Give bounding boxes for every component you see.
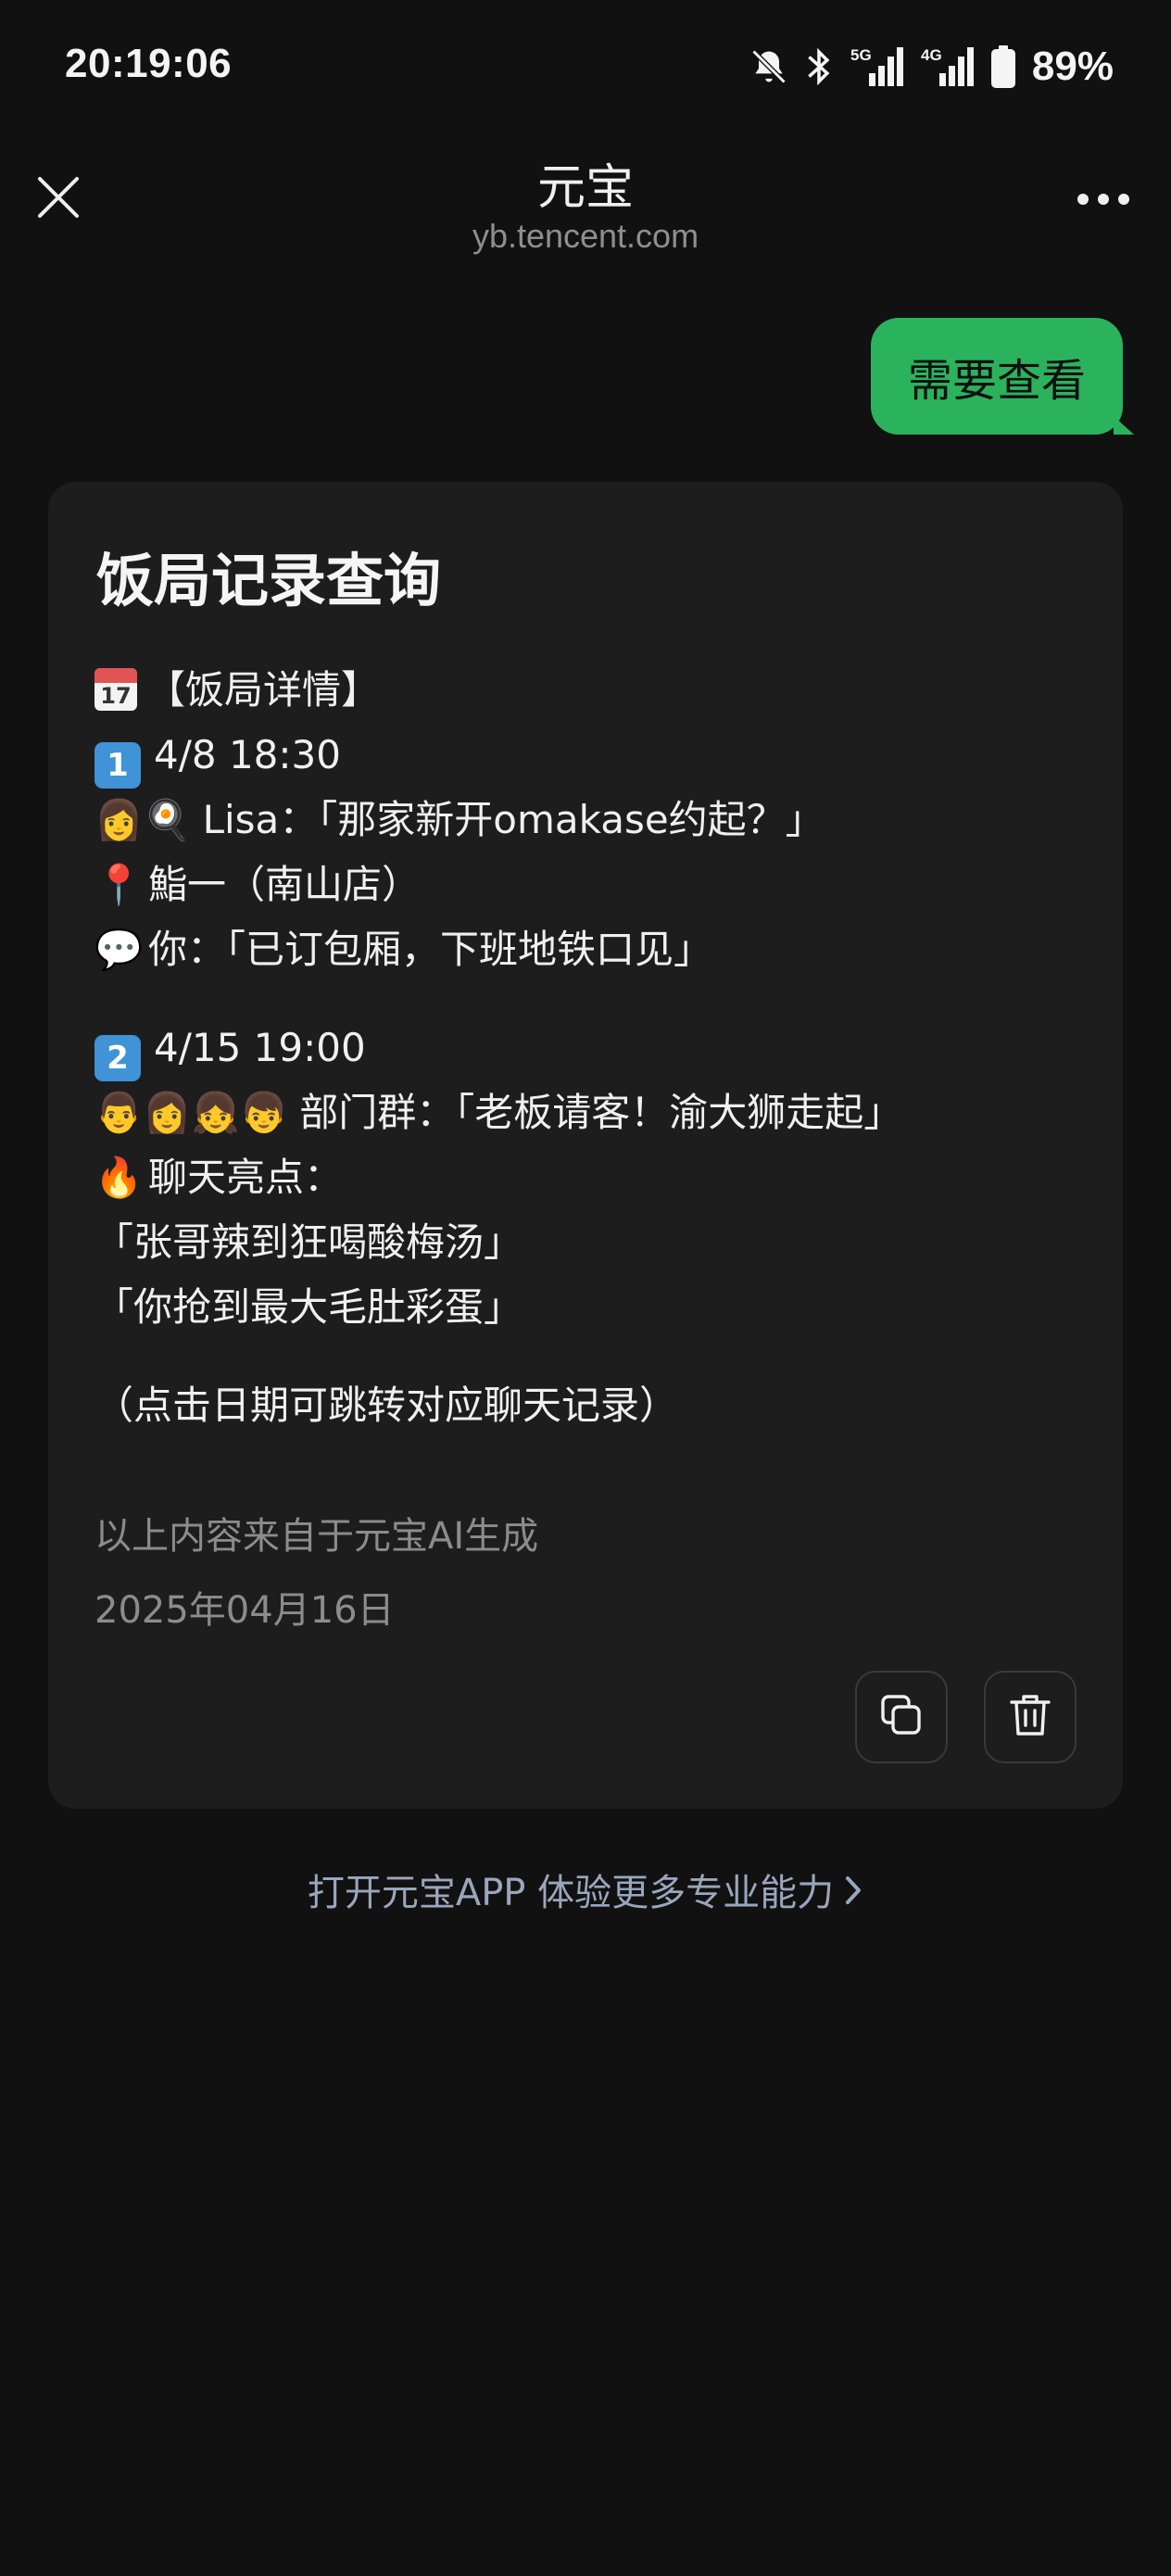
highlight-item: 「你抢到最大毛肚彩蛋」 (94, 1284, 523, 1330)
entry-1-reply: 你：「已订包厢，下班地铁口见」 (148, 927, 713, 972)
status-bar: 20:19:06 5G 4G 89% (0, 0, 1171, 139)
entry-2-group-text: 部门群：「老板请客！渝大狮走起」 (299, 1090, 903, 1135)
fire-emoji: 🔥 (94, 1155, 144, 1200)
family-emoji: 👨👩👧👦 (94, 1090, 289, 1135)
network-1-label: 5G (850, 46, 872, 64)
more-button[interactable] (1062, 172, 1145, 228)
card-content: 17 【饭局详情】 1 4/8 18:30 👩🍳 Lisa：「那家新开omakase… (94, 658, 1095, 1438)
chevron-right-icon (843, 1874, 863, 1916)
open-app-link[interactable]: 打开元宝APP 体验更多专业能力 (0, 1863, 1171, 1916)
entry-1-message: Lisa：「那家新开omakase约起？」 (202, 797, 825, 842)
app-header: 元宝 yb.tencent.com (0, 139, 1171, 269)
card-title: 饭局记录查询 (96, 547, 442, 614)
entry-1-message-row: 👩🍳 Lisa：「那家新开omakase约起？」 (94, 788, 1095, 852)
open-app-text: 打开元宝APP 体验更多专业能力 (307, 1872, 835, 1914)
keycap-number-icon: 1 (94, 742, 141, 789)
calendar-icon-number: 17 (100, 683, 132, 709)
signal-5g-icon: 5G (849, 44, 906, 90)
bluetooth-icon (802, 45, 836, 88)
keycap-number-icon: 2 (94, 1035, 141, 1081)
network-2-label: 4G (921, 46, 942, 64)
copy-button[interactable] (855, 1671, 948, 1763)
signal-4g-icon: 4G (919, 44, 976, 90)
status-time: 20:19:06 (65, 41, 233, 86)
user-message-bubble[interactable]: 需要查看 (870, 318, 1123, 435)
entry-1-location: 鮨一（南山店） (148, 862, 422, 907)
woman-cook-emoji: 👩🍳 (94, 797, 192, 842)
delete-button[interactable] (984, 1671, 1077, 1763)
status-icons: 5G 4G 89% (749, 39, 1114, 95)
section-header: 17 【饭局详情】 (94, 658, 1095, 723)
entry-1-datetime[interactable]: 4/8 18:30 (154, 732, 341, 777)
entry-2-datetime-row[interactable]: 2 4/15 19:00 (94, 1016, 1095, 1081)
trash-icon (1006, 1691, 1054, 1743)
bubble-tail (1114, 416, 1134, 435)
battery-icon (989, 44, 1017, 89)
hint-text: （点击日期可跳转对应聊天记录） (94, 1383, 679, 1428)
bell-off-icon (749, 46, 789, 87)
response-card: 饭局记录查询 17 【饭局详情】 1 4/8 18:30 👩🍳 Lisa：「那家新开… (48, 482, 1123, 1809)
entry-2-group-row: 👨👩👧👦 部门群：「老板请客！渝大狮走起」 (94, 1080, 1095, 1145)
message-date: 2025年04月16日 (94, 1589, 395, 1632)
copy-icon (877, 1691, 925, 1743)
section-header-text: 【饭局详情】 (146, 667, 381, 713)
entry-1-reply-row: 💬 你：「已订包厢，下班地铁口见」 (94, 917, 1095, 982)
speech-bubble-emoji: 💬 (94, 927, 144, 972)
highlight-item: 「张哥辣到狂喝酸梅汤」 (94, 1219, 523, 1265)
pin-emoji: 📍 (94, 862, 144, 907)
user-message-text: 需要查看 (907, 355, 1086, 407)
entry-2-datetime[interactable]: 4/15 19:00 (154, 1025, 366, 1070)
ai-generated-note: 以上内容来自于元宝AI生成 (94, 1515, 539, 1558)
entry-1-datetime-row[interactable]: 1 4/8 18:30 (94, 723, 1095, 789)
battery-percent: 89% (1031, 44, 1114, 89)
entry-1-location-row: 📍 鮨一（南山店） (94, 852, 1095, 917)
entry-2-highlight-row: 🔥 聊天亮点： (94, 1145, 1095, 1210)
page-title: 元宝 (536, 160, 634, 216)
more-horizontal-icon (1076, 192, 1131, 209)
page-url: yb.tencent.com (472, 217, 699, 255)
entry-2-highlight-label: 聊天亮点： (148, 1155, 344, 1200)
calendar-icon: 17 (94, 668, 137, 711)
